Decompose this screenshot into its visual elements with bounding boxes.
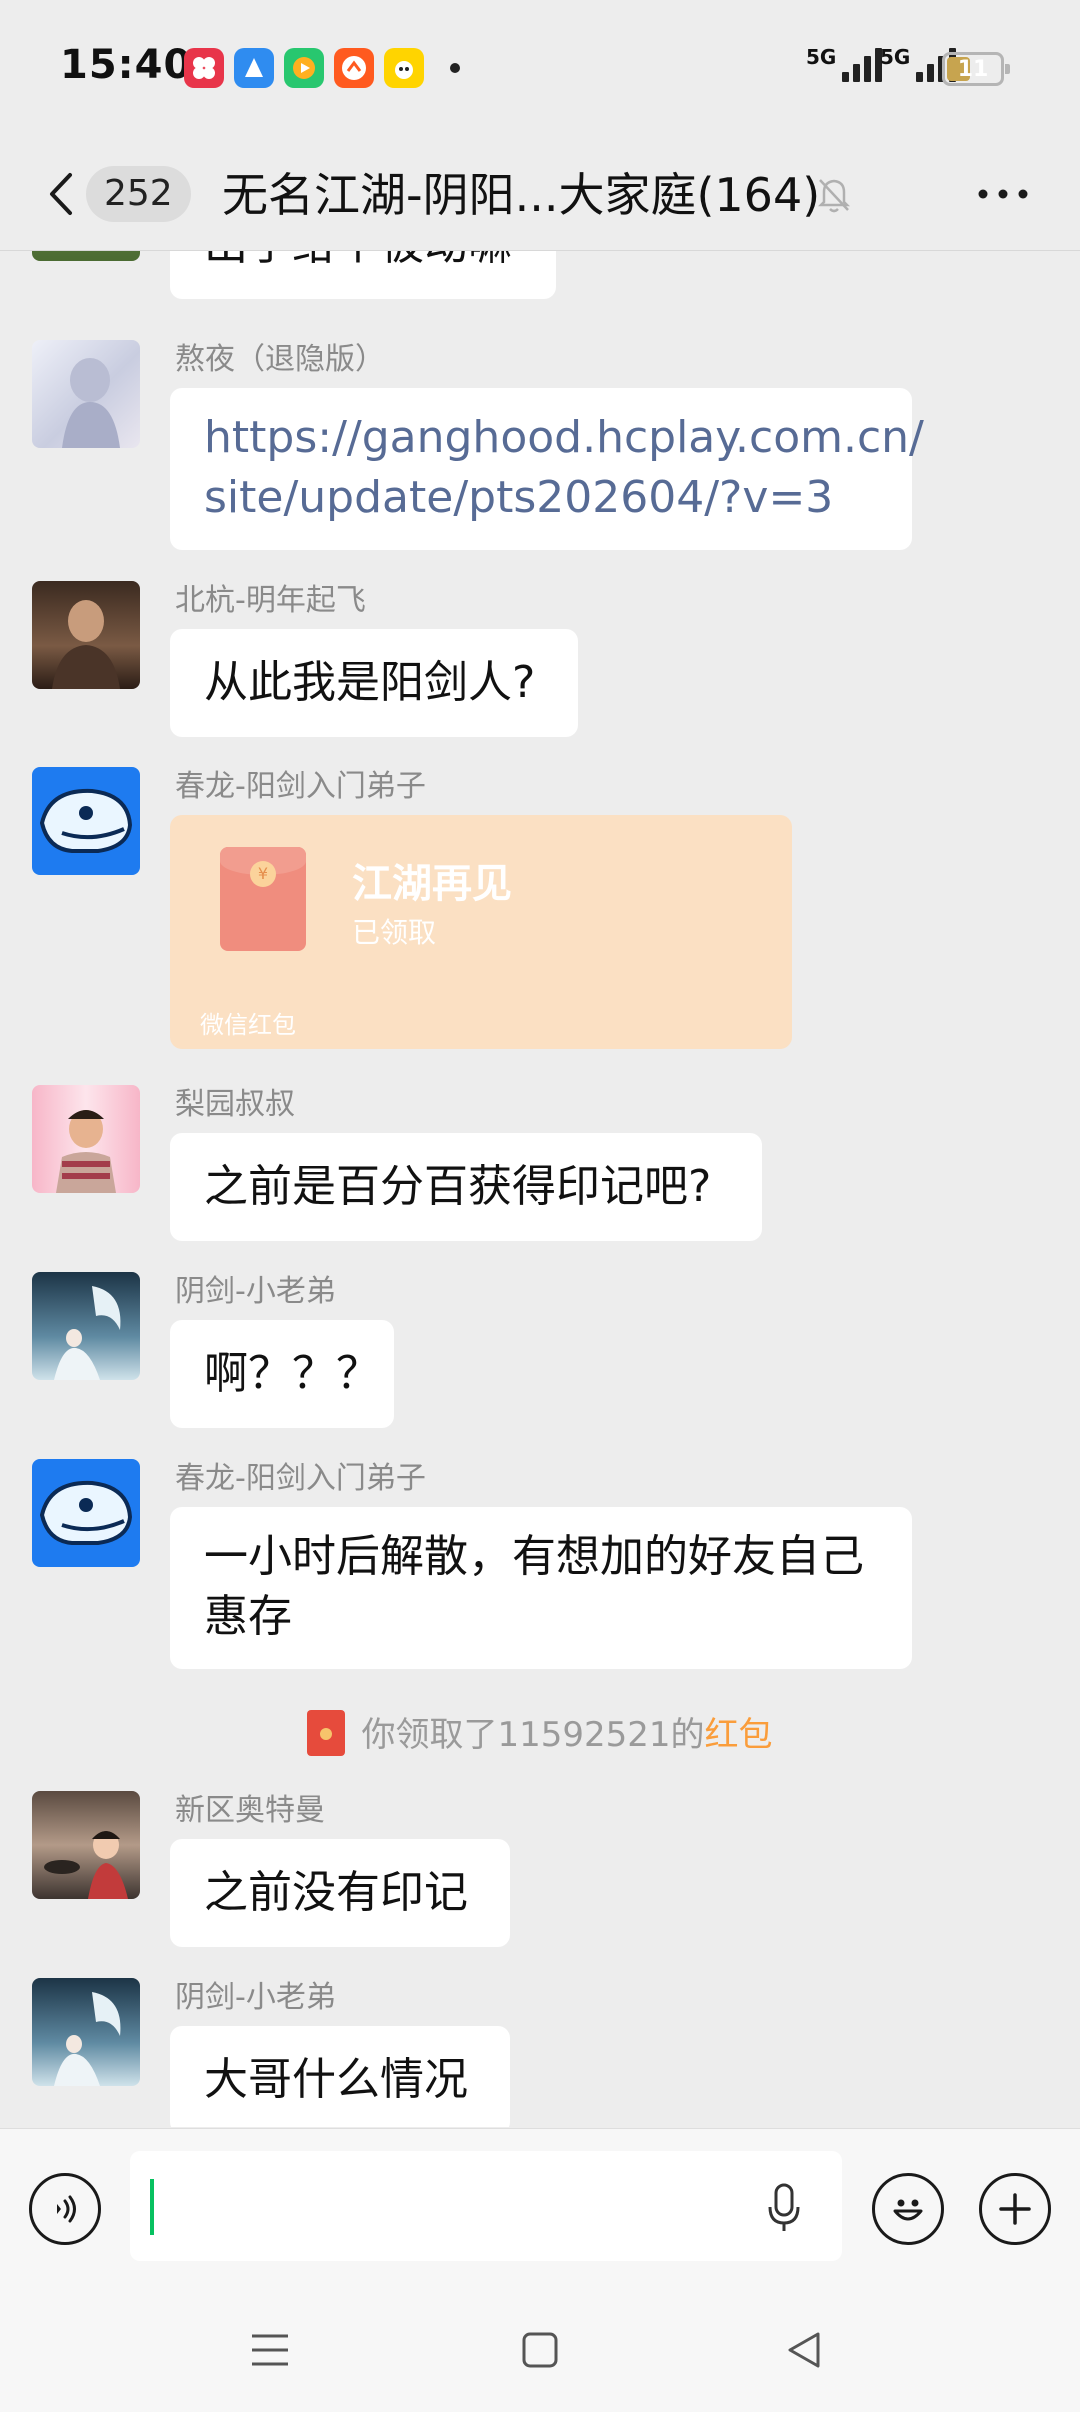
red-packet-title: 江湖再见 (352, 861, 512, 907)
message-bubble[interactable]: 之前是百分百获得印记吧? (170, 1133, 762, 1241)
red-packet-mini-icon (307, 1709, 346, 1756)
avatar[interactable] (32, 1791, 140, 1899)
recent-apps-button[interactable] (244, 2324, 296, 2376)
link-text-line-1[interactable]: https://ganghood.hcplay.com.cn/ (204, 408, 924, 468)
avatar[interactable] (32, 251, 140, 261)
text-caret (150, 2179, 154, 2235)
avatar[interactable] (32, 1459, 140, 1567)
menu-icon (252, 2334, 288, 2366)
battery-percent: 11 (957, 56, 989, 82)
app-notification-icon (184, 48, 224, 88)
chat-header: 252 无名江湖-阴阳...大家庭(164) (0, 140, 1080, 251)
plus-icon (999, 2193, 1031, 2225)
signal-strength-1-icon: 5G (806, 47, 883, 82)
unread-count-badge[interactable]: 252 (86, 166, 191, 222)
chat-title[interactable]: 无名江湖-阴阳...大家庭(164) (222, 160, 820, 230)
home-button[interactable] (514, 2324, 566, 2376)
avatar[interactable] (32, 340, 140, 448)
message-text-line-1: 一小时后解散，有想加的好友自己 (204, 1531, 864, 1582)
home-square-icon (522, 2332, 558, 2368)
system-navigation-bar (0, 2288, 1080, 2412)
sender-name: 熬夜（退隐版） (175, 342, 385, 377)
system-notice: 你领取了11592521的红包 (0, 1707, 1080, 1760)
battery-icon: 11 (942, 52, 1010, 86)
shopping-app-notification-icon (334, 48, 374, 88)
more-notifications-dot (450, 63, 460, 73)
sender-name: 梨园叔叔 (175, 1087, 295, 1122)
back-chevron-icon (50, 173, 72, 215)
red-packet-footer: 微信红包 (200, 1011, 296, 1039)
red-packet-status: 已领取 (352, 916, 437, 949)
notification-icons (184, 48, 460, 88)
microphone-icon[interactable] (766, 2181, 802, 2235)
message-bubble[interactable]: 大哥什么情况 (170, 2026, 510, 2127)
sender-name: 春龙-阳剑入门弟子 (175, 1461, 426, 1496)
avatar[interactable] (32, 1085, 140, 1193)
message-bubble[interactable]: 出手给个被动嘛 (170, 251, 556, 299)
voice-icon (57, 2195, 76, 2223)
emoji-icon (893, 2199, 923, 2221)
link-message-bubble[interactable]: https://ganghood.hcplay.com.cn/ site/upd… (170, 388, 924, 550)
message-bubble[interactable]: 啊？？？ (170, 1320, 394, 1428)
back-triangle-icon (788, 2332, 820, 2368)
sender-name: 春龙-阳剑入门弟子 (175, 769, 426, 804)
message-bubble[interactable]: 之前没有印记 (170, 1839, 510, 1947)
mute-bell-icon (817, 179, 851, 213)
system-notice-text: 你领取了11592521的 (361, 1715, 705, 1755)
emoji-button[interactable] (872, 2173, 944, 2245)
message-bubble[interactable]: 从此我是阳剑人? (170, 629, 578, 737)
back-button[interactable] (36, 164, 86, 224)
chat-messages[interactable]: 出手给个被动嘛 熬夜（退隐版） https://ganghood.hcplay.… (0, 251, 1080, 2127)
sender-name: 北杭-明年起飞 (175, 583, 366, 618)
status-bar: 15:40 5G 5G 11 (0, 0, 1080, 140)
voice-mode-button[interactable] (29, 2173, 101, 2245)
message-input-bar (0, 2128, 1080, 2289)
sender-name: 阴剑-小老弟 (175, 1980, 336, 2015)
more-functions-button[interactable] (979, 2173, 1051, 2245)
avatar[interactable] (32, 767, 140, 875)
avatar[interactable] (32, 581, 140, 689)
sender-name: 阴剑-小老弟 (175, 1274, 336, 1309)
sender-name: 新区奥特曼 (175, 1793, 325, 1828)
red-packet-card[interactable]: ¥ 江湖再见 已领取 微信红包 (170, 815, 792, 1049)
message-text-input[interactable] (130, 2151, 842, 2261)
message-bubble[interactable]: 一小时后解散，有想加的好友自己 惠存 (170, 1507, 912, 1669)
more-dots-icon (978, 189, 1028, 199)
avatar[interactable] (32, 1978, 140, 2086)
red-packet-link[interactable]: 红包 (705, 1715, 773, 1755)
video-app-notification-icon (284, 48, 324, 88)
message-text-line-2: 惠存 (204, 1591, 292, 1642)
link-text-line-2[interactable]: site/update/pts202604/?v=3 (204, 468, 878, 528)
more-options-button[interactable] (968, 164, 1038, 224)
browser-notification-icon (234, 48, 274, 88)
status-time: 15:40 (60, 42, 193, 88)
game-app-notification-icon (384, 48, 424, 88)
back-nav-button[interactable] (778, 2324, 830, 2376)
avatar[interactable] (32, 1272, 140, 1380)
red-envelope-icon: ¥ (220, 847, 306, 951)
